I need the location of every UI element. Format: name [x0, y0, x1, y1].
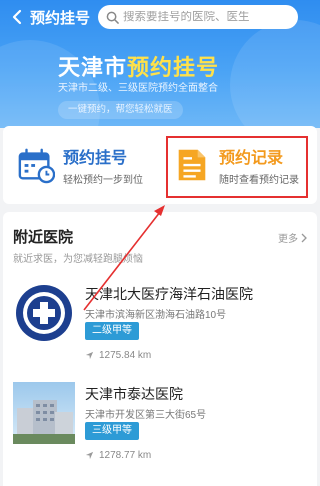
hospital-name: 天津市泰达医院 — [85, 386, 183, 402]
search-icon — [106, 11, 119, 24]
appointment-record-button[interactable]: 预约记录 随时查看预约记录 — [173, 126, 311, 204]
service-desc: 随时查看预约记录 — [219, 175, 299, 186]
back-arrow-icon — [12, 9, 22, 25]
hospital-address: 天津市滨海新区渤海石油路10号 — [85, 310, 227, 321]
hospital-level-badge: 三级甲等 — [85, 422, 139, 440]
header-banner: 预约挂号 天津市预约挂号 天津市二级、三级医院预约全面整合 一键预约，帮您轻松就… — [0, 0, 320, 128]
appointment-service-button[interactable]: 预约挂号 轻松预约一步到位 — [17, 126, 167, 204]
banner-title-prefix: 天津市 — [58, 55, 128, 80]
distance-value: 1278.77 km — [99, 450, 152, 461]
distance-value: 1275.84 km — [99, 350, 152, 361]
banner-slogan: 一键预约，帮您轻松就医 — [58, 101, 183, 119]
calendar-icon — [18, 148, 55, 184]
nearby-hospitals-section: 附近医院 就近求医，为您减轻跑腿烦恼 更多 天津北大医疗海洋石油医院 天津市滨海… — [3, 212, 317, 486]
back-button[interactable] — [6, 0, 28, 34]
banner-subtitle: 天津市二级、三级医院预约全面整合 — [58, 83, 218, 94]
hospital-name: 天津北大医疗海洋石油医院 — [85, 286, 253, 302]
hospital-level-badge: 二级甲等 — [85, 322, 139, 340]
hospital-list-item[interactable]: 天津北大医疗海洋石油医院 天津市滨海新区渤海石油路10号 二级甲等 1275.8… — [3, 272, 317, 368]
chevron-right-icon — [301, 233, 307, 242]
banner-title: 天津市预约挂号 — [58, 50, 219, 82]
document-icon — [178, 149, 206, 181]
service-label: 预约记录 — [219, 150, 284, 167]
service-card: 预约挂号 轻松预约一步到位 预约记录 随时查看预约记录 — [3, 126, 317, 204]
banner-title-highlight: 预约挂号 — [127, 55, 220, 80]
top-bar: 预约挂号 — [0, 0, 320, 34]
service-desc: 轻松预约一步到位 — [63, 175, 143, 186]
section-title: 附近医院 — [13, 229, 74, 246]
location-arrow-icon — [85, 351, 94, 360]
banner-decoration — [230, 20, 320, 128]
hospital-distance: 1275.84 km — [85, 350, 151, 361]
hospital-photo — [13, 382, 75, 444]
location-arrow-icon — [85, 451, 94, 460]
hospital-list-item[interactable]: 天津市泰达医院 天津市开发区第三大街65号 三级甲等 1278.77 km — [3, 372, 317, 468]
section-subtitle: 就近求医，为您减轻跑腿烦恼 — [13, 254, 143, 265]
page-title: 预约挂号 — [30, 9, 91, 27]
hospital-address: 天津市开发区第三大街65号 — [85, 410, 207, 421]
service-label: 预约挂号 — [63, 150, 128, 167]
search-bar[interactable] — [98, 5, 299, 29]
more-label: 更多 — [278, 234, 298, 245]
more-link[interactable]: 更多 — [278, 230, 307, 245]
hospital-distance: 1278.77 km — [85, 450, 151, 461]
hospital-logo — [13, 282, 75, 344]
search-input[interactable] — [123, 11, 294, 23]
